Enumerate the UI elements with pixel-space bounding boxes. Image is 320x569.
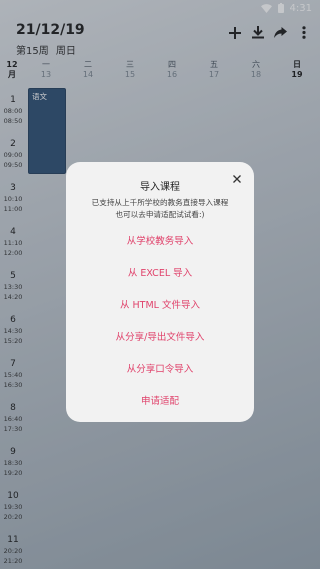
close-icon[interactable]	[230, 172, 244, 186]
import-from-excel-button[interactable]: 从 EXCEL 导入	[76, 263, 244, 285]
import-from-school-button[interactable]: 从学校教务导入	[76, 231, 244, 253]
import-from-share-code-button[interactable]: 从分享口令导入	[76, 359, 244, 381]
import-from-share-file-button[interactable]: 从分享/导出文件导入	[76, 327, 244, 349]
dialog-desc-line2: 也可以去申请适配试试看:)	[115, 210, 205, 219]
import-from-html-button[interactable]: 从 HTML 文件导入	[76, 295, 244, 317]
dialog-title: 导入课程	[140, 182, 180, 193]
dialog-desc-line1: 已支持从上千所学校的教务直接导入课程	[91, 198, 229, 207]
import-course-dialog: 导入课程 已支持从上千所学校的教务直接导入课程 也可以去申请适配试试看:) 从学…	[66, 162, 254, 422]
dialog-description: 已支持从上千所学校的教务直接导入课程 也可以去申请适配试试看:)	[72, 197, 248, 221]
apply-adaptation-button[interactable]: 申请适配	[76, 391, 244, 413]
